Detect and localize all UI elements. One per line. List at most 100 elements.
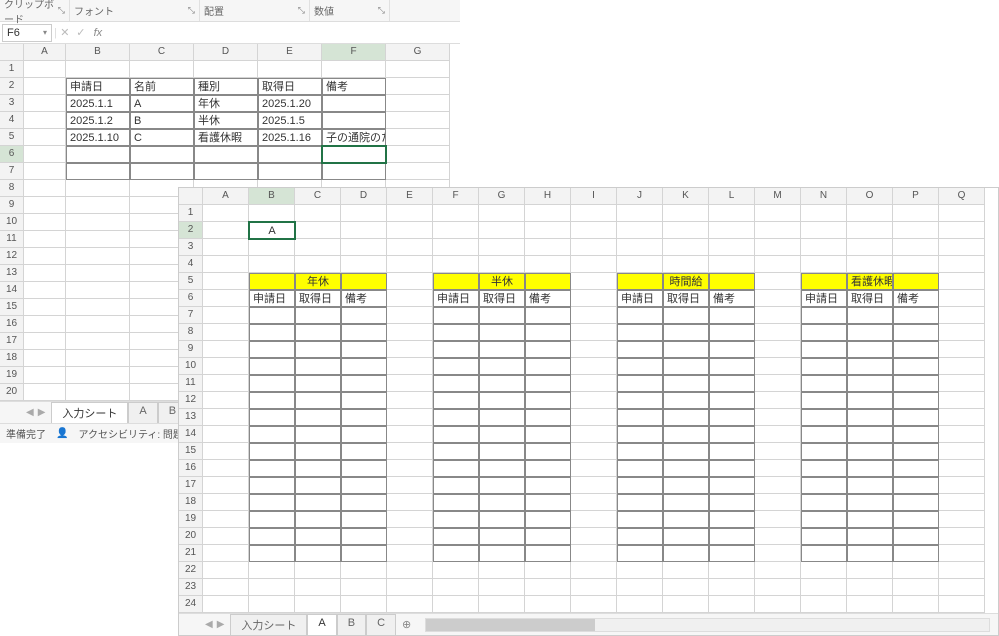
cell[interactable] — [847, 511, 893, 528]
cell[interactable] — [939, 341, 985, 358]
cell[interactable] — [387, 222, 433, 239]
cell[interactable] — [249, 409, 295, 426]
cell[interactable] — [479, 426, 525, 443]
cell[interactable] — [387, 562, 433, 579]
cell[interactable] — [571, 596, 617, 613]
cell[interactable] — [709, 460, 755, 477]
cell[interactable] — [433, 222, 479, 239]
cell[interactable] — [709, 307, 755, 324]
cell[interactable] — [24, 214, 66, 231]
cell[interactable] — [709, 375, 755, 392]
cell[interactable] — [203, 579, 249, 596]
cell[interactable] — [203, 290, 249, 307]
cell[interactable] — [203, 256, 249, 273]
cell[interactable] — [571, 477, 617, 494]
cell[interactable] — [893, 239, 939, 256]
cell[interactable] — [203, 494, 249, 511]
cell[interactable] — [525, 562, 571, 579]
cell[interactable] — [479, 358, 525, 375]
cell[interactable] — [433, 443, 479, 460]
cell[interactable] — [571, 222, 617, 239]
cell[interactable] — [571, 358, 617, 375]
cell[interactable] — [203, 307, 249, 324]
row-header[interactable]: 7 — [179, 307, 203, 324]
cell[interactable]: 申請日 — [433, 290, 479, 307]
cell[interactable] — [387, 579, 433, 596]
cell[interactable] — [387, 358, 433, 375]
cell[interactable] — [571, 290, 617, 307]
cell[interactable] — [525, 460, 571, 477]
cell[interactable] — [939, 426, 985, 443]
cell[interactable] — [663, 443, 709, 460]
cell[interactable] — [893, 205, 939, 222]
select-all-corner[interactable] — [0, 44, 24, 61]
cell[interactable] — [525, 324, 571, 341]
cell[interactable] — [249, 341, 295, 358]
cell[interactable] — [194, 61, 258, 78]
column-header[interactable]: H — [525, 188, 571, 205]
cell[interactable] — [249, 375, 295, 392]
cell[interactable] — [433, 409, 479, 426]
cell[interactable] — [709, 256, 755, 273]
cell[interactable] — [249, 596, 295, 613]
cell[interactable] — [433, 358, 479, 375]
row-header[interactable]: 16 — [179, 460, 203, 477]
cell[interactable] — [203, 324, 249, 341]
cell[interactable] — [893, 596, 939, 613]
cell[interactable] — [66, 61, 130, 78]
cell[interactable] — [847, 222, 893, 239]
cell[interactable] — [709, 222, 755, 239]
cell[interactable] — [249, 511, 295, 528]
cell[interactable] — [571, 579, 617, 596]
cell[interactable] — [571, 307, 617, 324]
row-header[interactable]: 12 — [179, 392, 203, 409]
cell[interactable]: 2025.1.20 — [258, 95, 322, 112]
cell[interactable]: 申請日 — [249, 290, 295, 307]
cell[interactable] — [801, 375, 847, 392]
cell[interactable] — [295, 358, 341, 375]
cell[interactable] — [893, 426, 939, 443]
cell[interactable] — [939, 307, 985, 324]
cell[interactable] — [203, 239, 249, 256]
cell[interactable] — [663, 460, 709, 477]
cell[interactable] — [755, 239, 801, 256]
row-header[interactable]: 8 — [0, 180, 24, 197]
cell[interactable] — [194, 163, 258, 180]
cell[interactable] — [571, 460, 617, 477]
ribbon-group-alignment[interactable]: 配置 ⤡ — [200, 0, 310, 21]
cell[interactable] — [709, 358, 755, 375]
cell[interactable] — [755, 511, 801, 528]
cell[interactable] — [755, 426, 801, 443]
cell[interactable] — [341, 494, 387, 511]
cell[interactable] — [617, 222, 663, 239]
cell[interactable] — [709, 273, 755, 290]
cell[interactable] — [433, 511, 479, 528]
cell[interactable] — [479, 562, 525, 579]
cell[interactable] — [295, 596, 341, 613]
cell[interactable] — [893, 392, 939, 409]
cell[interactable] — [24, 299, 66, 316]
row-header[interactable]: 17 — [0, 333, 24, 350]
cell[interactable] — [893, 358, 939, 375]
cell[interactable] — [479, 460, 525, 477]
cell[interactable] — [433, 341, 479, 358]
cell[interactable] — [203, 460, 249, 477]
next-icon[interactable]: ▶ — [38, 407, 46, 418]
add-sheet-button[interactable]: ⊕ — [396, 616, 417, 633]
cell[interactable] — [939, 562, 985, 579]
cell[interactable] — [709, 239, 755, 256]
cell[interactable] — [387, 477, 433, 494]
cell[interactable] — [386, 95, 450, 112]
cell[interactable] — [525, 511, 571, 528]
row-header[interactable]: 9 — [179, 341, 203, 358]
cell[interactable] — [939, 579, 985, 596]
row-header[interactable]: 15 — [179, 443, 203, 460]
cell[interactable]: 備考 — [322, 78, 386, 95]
row-header[interactable]: 20 — [0, 384, 24, 401]
cell[interactable] — [893, 256, 939, 273]
cell[interactable] — [387, 307, 433, 324]
cell[interactable] — [387, 528, 433, 545]
cell[interactable] — [249, 545, 295, 562]
cell[interactable] — [322, 163, 386, 180]
cell[interactable] — [801, 562, 847, 579]
